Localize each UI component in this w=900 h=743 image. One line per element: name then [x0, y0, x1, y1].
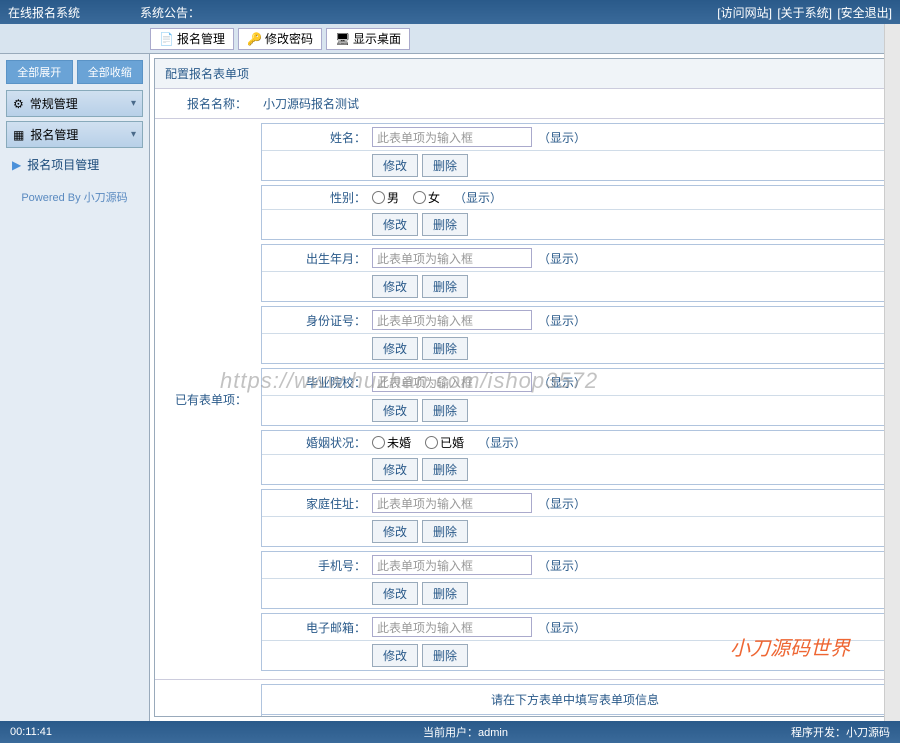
display-indicator: （显示） [538, 495, 586, 512]
field-block: 婚姻状况：未婚已婚（显示）修改删除 [261, 430, 889, 485]
delete-button[interactable]: 删除 [422, 458, 468, 481]
field-text-input[interactable] [372, 555, 532, 575]
edit-button[interactable]: 修改 [372, 520, 418, 543]
display-indicator: （显示） [454, 189, 502, 206]
vertical-scrollbar[interactable] [884, 24, 900, 721]
edit-button[interactable]: 修改 [372, 582, 418, 605]
edit-button[interactable]: 修改 [372, 337, 418, 360]
field-text-input[interactable] [372, 310, 532, 330]
link-visit-site[interactable]: [访问网站] [717, 6, 772, 20]
delete-button[interactable]: 删除 [422, 337, 468, 360]
edit-button[interactable]: 修改 [372, 458, 418, 481]
existing-fields-row: 已有表单项： 姓名：（显示）修改删除性别：男女（显示）修改删除出生年月：（显示）… [155, 119, 895, 680]
announce-label: 系统公告： [140, 4, 200, 21]
fields-container: 姓名：（显示）修改删除性别：男女（显示）修改删除出生年月：（显示）修改删除身份证… [255, 119, 895, 679]
delete-button[interactable]: 删除 [422, 582, 468, 605]
field-block: 手机号： （显示） 修改删除 [261, 551, 889, 609]
field-text-input[interactable] [372, 248, 532, 268]
toolbar-signup-button[interactable]: 📄 报名管理 [150, 28, 234, 50]
toolbar-password-button[interactable]: 🔑 修改密码 [238, 28, 322, 50]
chevron-down-icon: ▾ [131, 129, 136, 140]
field-text-input[interactable] [372, 617, 532, 637]
delete-button[interactable]: 删除 [422, 520, 468, 543]
delete-button[interactable]: 删除 [422, 644, 468, 667]
field-radio[interactable] [425, 436, 438, 449]
sidebar-item-signup[interactable]: ▦ 报名管理 ▾ [6, 121, 143, 148]
document-icon: 📄 [159, 32, 173, 46]
desktop-icon: 🖥 [335, 32, 349, 46]
field-radio[interactable] [372, 436, 385, 449]
field-label: 婚姻状况： [262, 434, 372, 451]
edit-button[interactable]: 修改 [372, 154, 418, 177]
add-label: 增加表单项： [155, 680, 255, 717]
field-label: 电子邮箱： [262, 619, 372, 636]
field-block: 家庭住址： （显示） 修改删除 [261, 489, 889, 547]
field-label: 性别： [262, 189, 372, 206]
field-text-input[interactable] [372, 493, 532, 513]
display-indicator: （显示） [478, 434, 526, 451]
field-block: 毕业院校： （显示） 修改删除 [261, 368, 889, 426]
main-content: 配置报名表单项 报名名称： 小刀源码报名测试 已有表单项： 姓名：（显示）修改删… [154, 58, 896, 717]
field-block: 姓名： （显示） 修改删除 [261, 123, 889, 181]
field-label: 身份证号： [262, 312, 372, 329]
footer-dev: 程序开发：小刀源码 [791, 724, 890, 740]
footer-user: 当前用户：admin [140, 724, 791, 740]
delete-button[interactable]: 删除 [422, 154, 468, 177]
display-indicator: （显示） [538, 557, 586, 574]
key-icon: 🔑 [247, 32, 261, 46]
edit-button[interactable]: 修改 [372, 213, 418, 236]
add-hint: 请在下方表单中填写表单项信息 [261, 684, 889, 714]
toolbar-desktop-button[interactable]: 🖥 显示桌面 [326, 28, 410, 50]
field-text-input[interactable] [372, 127, 532, 147]
sidebar-item-general[interactable]: ⚙ 常规管理 ▾ [6, 90, 143, 117]
delete-button[interactable]: 删除 [422, 399, 468, 422]
list-icon: ▦ [13, 128, 24, 142]
app-title: 在线报名系统 [8, 4, 80, 21]
field-radio[interactable] [372, 191, 385, 204]
footer-time: 00:11:41 [10, 726, 140, 738]
field-label: 家庭住址： [262, 495, 372, 512]
field-block: 电子邮箱： （显示） 修改删除 [261, 613, 889, 671]
delete-button[interactable]: 删除 [422, 213, 468, 236]
field-radio[interactable] [413, 191, 426, 204]
add-field-row: 增加表单项： 请在下方表单中填写表单项信息 标题： * 表单项类型： [155, 680, 895, 717]
edit-button[interactable]: 修改 [372, 399, 418, 422]
gear-icon: ⚙ [13, 97, 24, 111]
field-label: 毕业院校： [262, 374, 372, 391]
header-links: [访问网站] [关于系统] [安全退出] [715, 4, 892, 21]
edit-button[interactable]: 修改 [372, 275, 418, 298]
header-bar: 在线报名系统 系统公告： [访问网站] [关于系统] [安全退出] [0, 0, 900, 24]
display-indicator: （显示） [538, 619, 586, 636]
display-indicator: （显示） [538, 129, 586, 146]
collapse-all-button[interactable]: 全部收缩 [77, 60, 144, 84]
name-value: 小刀源码报名测试 [255, 89, 895, 118]
display-indicator: （显示） [538, 374, 586, 391]
field-block: 身份证号： （显示） 修改删除 [261, 306, 889, 364]
toolbar: 📄 报名管理 🔑 修改密码 🖥 显示桌面 [0, 24, 900, 54]
field-text-input[interactable] [372, 372, 532, 392]
name-row: 报名名称： 小刀源码报名测试 [155, 89, 895, 119]
display-indicator: （显示） [538, 250, 586, 267]
field-label: 出生年月： [262, 250, 372, 267]
existing-label: 已有表单项： [155, 119, 255, 679]
play-icon: ▶ [12, 158, 21, 172]
link-logout[interactable]: [安全退出] [837, 6, 892, 20]
field-label: 手机号： [262, 557, 372, 574]
sidebar-item-project[interactable]: ▶ 报名项目管理 [6, 152, 143, 177]
field-block: 性别：男女（显示）修改删除 [261, 185, 889, 240]
expand-all-button[interactable]: 全部展开 [6, 60, 73, 84]
config-title: 配置报名表单项 [155, 59, 895, 89]
edit-button[interactable]: 修改 [372, 644, 418, 667]
field-label: 姓名： [262, 129, 372, 146]
sidebar: 全部展开 全部收缩 ⚙ 常规管理 ▾ ▦ 报名管理 ▾ ▶ 报名项目管理 Pow… [0, 54, 150, 721]
name-label: 报名名称： [155, 89, 255, 118]
chevron-down-icon: ▾ [131, 98, 136, 109]
footer-bar: 00:11:41 当前用户：admin 程序开发：小刀源码 [0, 721, 900, 743]
display-indicator: （显示） [538, 312, 586, 329]
sidebar-powered-by: Powered By 小刀源码 [6, 189, 143, 205]
delete-button[interactable]: 删除 [422, 275, 468, 298]
field-block: 出生年月： （显示） 修改删除 [261, 244, 889, 302]
link-about[interactable]: [关于系统] [777, 6, 832, 20]
